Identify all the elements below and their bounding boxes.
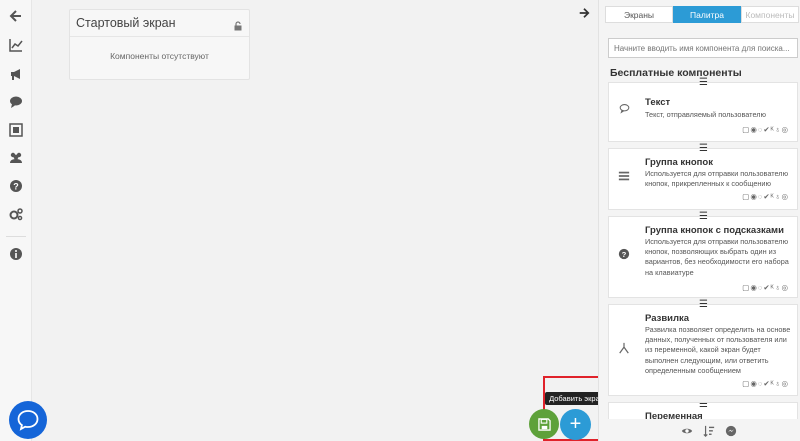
collapse-panel-arrow-icon[interactable] <box>578 6 590 24</box>
chat-bubble-icon <box>617 101 631 115</box>
left-nav: ? <box>0 0 32 441</box>
component-desc: Используется для отправки пользователю к… <box>645 237 789 277</box>
palette-panel: Экраны Палитра Компоненты Бесплатные ком… <box>598 0 800 441</box>
users-icon[interactable] <box>8 150 24 166</box>
component-name: Текст <box>645 97 671 108</box>
nav-divider <box>6 236 26 237</box>
start-screen-card[interactable]: Стартовый экран Компоненты отсутствуют <box>69 9 250 80</box>
fork-icon <box>617 341 631 355</box>
chart-icon[interactable] <box>8 37 24 53</box>
component-card-text[interactable]: ☰ Текст Текст, отправляемый пользователю… <box>608 77 798 142</box>
unlock-icon[interactable] <box>233 18 243 31</box>
section-title: Бесплатные компоненты <box>610 67 742 79</box>
scan-icon[interactable] <box>8 122 24 138</box>
drag-handle-icon[interactable]: ☰ <box>699 143 708 154</box>
megaphone-icon[interactable] <box>8 66 24 82</box>
platform-icons: ▢◉◌✔ᴷ♁◎ <box>742 283 789 292</box>
tab-screens[interactable]: Экраны <box>605 6 673 23</box>
back-arrow-icon[interactable] <box>8 8 24 24</box>
save-button[interactable] <box>529 409 559 439</box>
drag-handle-icon[interactable]: ☰ <box>699 211 708 222</box>
tab-components[interactable]: Компоненты <box>741 6 799 23</box>
question-icon[interactable]: ? <box>8 178 24 194</box>
component-name: Группа кнопок с подсказками <box>645 225 784 236</box>
svg-text:?: ? <box>622 250 627 259</box>
drag-handle-icon[interactable]: ☰ <box>699 403 708 410</box>
component-desc: Развилка позволяет определить на основе … <box>645 325 791 375</box>
drag-handle-icon[interactable]: ☰ <box>699 77 708 88</box>
list-icon <box>617 169 631 183</box>
platform-icons: ▢◉◌✔ᴷ♁◎ <box>742 125 789 134</box>
tab-palette[interactable]: Палитра <box>673 6 741 23</box>
component-card-hint-buttons[interactable]: ☰ ? Группа кнопок с подсказками Использу… <box>608 211 798 298</box>
comment-icon[interactable] <box>8 94 24 110</box>
component-name: Развилка <box>645 313 690 324</box>
info-icon[interactable] <box>8 246 24 262</box>
component-desc: Текст, отправляемый пользователю <box>645 110 766 119</box>
panel-tabs: Экраны Палитра Компоненты <box>605 6 799 23</box>
component-name: Группа кнопок <box>645 157 713 168</box>
messenger-icon[interactable] <box>725 424 737 437</box>
component-card-fork[interactable]: ☰ Развилка Развилка позволяет определить… <box>608 299 798 396</box>
screen-card-header: Стартовый экран <box>70 10 249 37</box>
canvas[interactable]: Стартовый экран Компоненты отсутствуют <box>33 0 598 441</box>
component-desc: Используется для отправки пользователю к… <box>645 169 789 189</box>
sort-icon[interactable] <box>703 424 715 437</box>
panel-bottom-bar <box>599 419 800 441</box>
eye-icon[interactable] <box>681 424 693 436</box>
screen-card-title: Стартовый экран <box>76 16 176 30</box>
component-search-input[interactable] <box>608 38 798 58</box>
gears-icon[interactable] <box>8 206 24 222</box>
svg-text:?: ? <box>13 182 19 192</box>
chat-support-button[interactable] <box>9 401 47 439</box>
platform-icons: ▢◉◌✔ᴷ♁◎ <box>742 192 789 201</box>
component-card-button-group[interactable]: ☰ Группа кнопок Используется для отправк… <box>608 143 798 210</box>
screen-card-empty-text: Компоненты отсутствуют <box>110 51 209 61</box>
platform-icons: ▢◉◌✔ᴷ♁◎ <box>742 379 789 388</box>
floppy-icon <box>537 417 551 431</box>
question-circle-icon: ? <box>617 247 631 261</box>
chat-bubble-icon <box>17 410 39 431</box>
drag-handle-icon[interactable]: ☰ <box>699 299 708 310</box>
add-screen-button[interactable]: + <box>560 409 591 440</box>
